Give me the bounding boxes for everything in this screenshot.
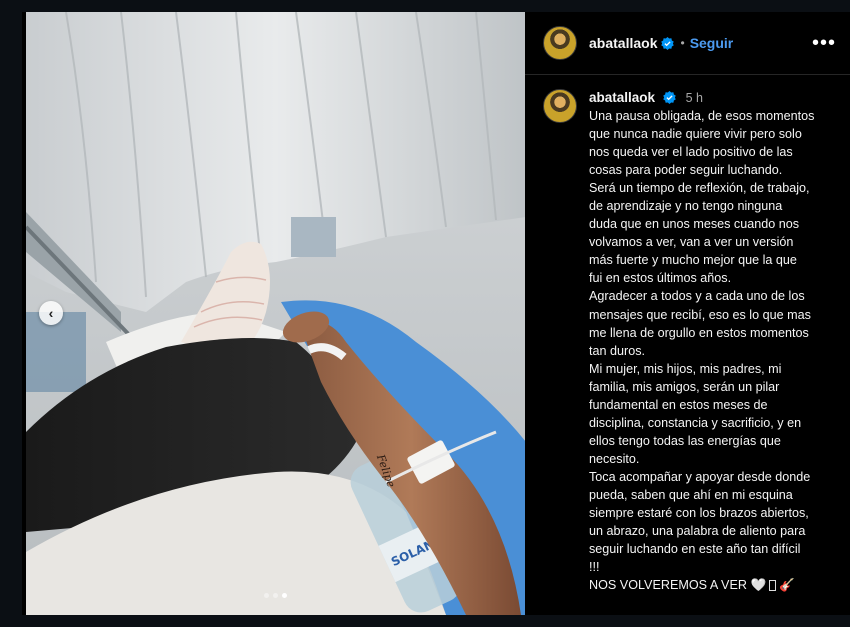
username-link[interactable]: abatallaok — [589, 35, 657, 51]
white-heart-icon: 🤍 — [750, 578, 767, 593]
post-side-panel: abatallaok • Seguir ••• abatallaok 5 h U… — [525, 12, 850, 615]
missing-glyph-icon — [769, 579, 777, 591]
guitar-icon: 🎸 — [779, 578, 795, 593]
caption-username[interactable]: abatallaok — [589, 90, 655, 105]
chevron-left-icon: ‹ — [48, 305, 54, 321]
post-modal: SOLAN Felipe ‹ abatallaok • Seguir ••• a… — [22, 12, 850, 615]
caption-body: abatallaok 5 h Una pausa obligada, de es… — [589, 89, 834, 594]
carousel-prev-button[interactable]: ‹ — [39, 301, 63, 325]
post-header: abatallaok • Seguir ••• — [525, 12, 850, 75]
verified-badge-icon — [663, 91, 676, 104]
caption-emojis: 🤍 🎸 — [750, 576, 794, 594]
caption-closing-text: NOS VOLVEREMOS A VER — [589, 578, 747, 593]
post-timestamp[interactable]: 5 h — [686, 91, 703, 105]
carousel-indicator — [26, 593, 525, 598]
more-options-icon[interactable]: ••• — [812, 33, 836, 53]
post-media[interactable]: SOLAN Felipe ‹ — [26, 12, 525, 615]
header-separator: • — [680, 36, 685, 50]
carousel-dot-active — [282, 593, 287, 598]
avatar[interactable] — [543, 89, 577, 123]
caption-text: Una pausa obligada, de esos momentos que… — [589, 109, 815, 575]
caption-block: abatallaok 5 h Una pausa obligada, de es… — [525, 75, 850, 594]
post-photo: SOLAN Felipe — [26, 12, 525, 615]
avatar[interactable] — [543, 26, 577, 60]
caption-last-line: NOS VOLVEREMOS A VER 🤍 🎸 — [589, 576, 834, 594]
carousel-dot — [273, 593, 278, 598]
follow-button[interactable]: Seguir — [690, 35, 734, 51]
verified-badge-icon — [661, 36, 675, 50]
caption-header: abatallaok 5 h — [589, 89, 834, 107]
carousel-dot — [264, 593, 269, 598]
